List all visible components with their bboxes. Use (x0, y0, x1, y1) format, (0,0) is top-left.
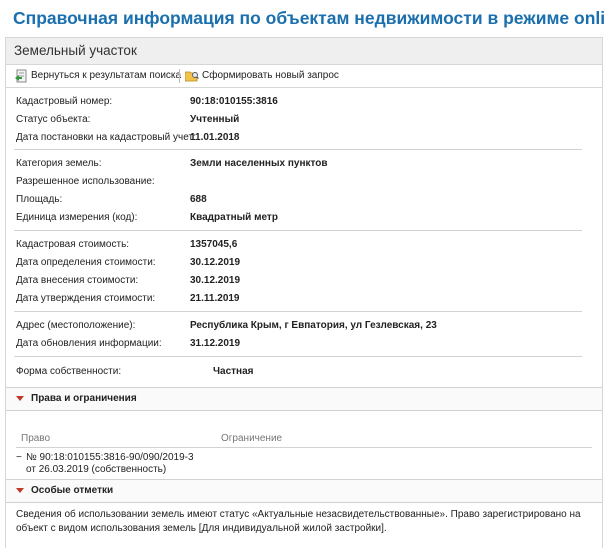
info-value: 11.01.2018 (190, 132, 240, 143)
page-title: Справочная информация по объектам недвиж… (13, 8, 606, 28)
info-key: Дата обновления информации: (16, 338, 162, 349)
column-header-right: Право (21, 433, 51, 444)
info-key: Кадастровая стоимость: (16, 239, 130, 250)
info-value: Учтенный (190, 114, 240, 125)
info-value: Частная (213, 366, 254, 377)
folder-search-icon (184, 69, 199, 83)
info-value: 688 (190, 194, 207, 205)
info-value: 21.11.2019 (190, 293, 240, 304)
info-key: Площадь: (16, 194, 63, 205)
info-value: Республика Крым, г Евпатория, ул Гезлевс… (190, 320, 437, 331)
divider (14, 356, 582, 357)
info-key: Статус объекта: (16, 114, 91, 125)
back-to-results-label: Вернуться к результатам поиска (31, 70, 182, 81)
info-value: Земли населенных пунктов (190, 158, 328, 169)
info-value: 1357045,6 (190, 239, 238, 250)
right-number: № 90:18:010155:3816-90/090/2019-3 (26, 452, 194, 463)
info-key: Разрешенное использование: (16, 176, 155, 187)
info-value: 90:18:010155:3816 (190, 96, 278, 107)
column-header-restriction: Ограничение (221, 433, 283, 444)
new-query-label: Сформировать новый запрос (202, 70, 339, 81)
right-date-type: от 26.03.2019 (собственность) (26, 464, 167, 475)
divider (14, 311, 582, 312)
triangle-down-icon (16, 396, 24, 401)
info-key: Дата определения стоимости: (16, 257, 156, 268)
info-key: Адрес (местоположение): (16, 320, 136, 331)
info-value: 30.12.2019 (190, 257, 241, 268)
triangle-down-icon (16, 488, 24, 493)
back-arrow-document-icon (14, 69, 28, 83)
land-plot-panel: Земельный участок Вернуться к результата… (5, 37, 603, 548)
rights-section-toggle[interactable]: Права и ограничения (6, 387, 602, 411)
table-row: − № 90:18:010155:3816-90/090/2019-3 от 2… (16, 452, 592, 478)
rights-table-header: Право Ограничение (16, 431, 592, 448)
divider (14, 149, 582, 150)
info-value: 31.12.2019 (190, 338, 241, 349)
info-key: Дата постановки на кадастровый учет: (16, 132, 196, 143)
minus-icon: − (16, 452, 22, 463)
notes-section-toggle[interactable]: Особые отметки (6, 479, 602, 503)
info-value: 30.12.2019 (190, 275, 241, 286)
toolbar-divider (179, 69, 180, 83)
notes-section-title: Особые отметки (31, 485, 114, 496)
info-key: Единица измерения (код): (16, 212, 138, 223)
info-key: Дата утверждения стоимости: (16, 293, 156, 304)
back-to-results-button[interactable]: Вернуться к результатам поиска (14, 69, 181, 83)
rights-section-title: Права и ограничения (31, 393, 137, 404)
notes-text: Сведения об использовании земель имеют с… (16, 509, 581, 534)
info-value: Квадратный метр (190, 212, 278, 223)
toolbar: Вернуться к результатам поиска Сформиров… (6, 65, 602, 88)
divider (14, 230, 582, 231)
panel-title: Земельный участок (6, 38, 602, 65)
info-key: Дата внесения стоимости: (16, 275, 139, 286)
info-key: Форма собственности: (16, 366, 122, 377)
info-key: Категория земель: (16, 158, 102, 169)
new-query-button[interactable]: Сформировать новый запрос (184, 69, 345, 83)
info-key: Кадастровый номер: (16, 96, 113, 107)
